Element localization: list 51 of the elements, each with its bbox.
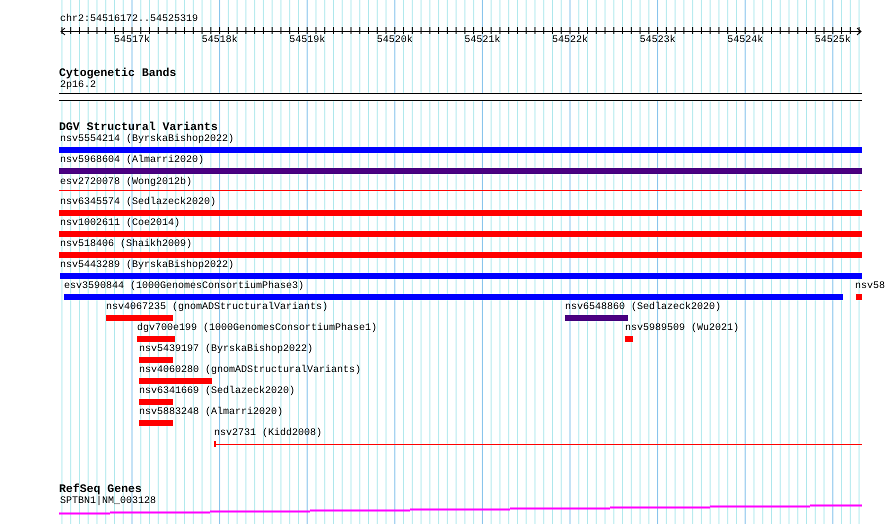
variant-bar[interactable]: [59, 168, 862, 174]
ruler-tick-label: 54520k: [376, 35, 413, 47]
ruler-tick-label: 54521k: [464, 35, 500, 47]
variant-label[interactable]: nsv4067235 (gnomADStructuralVariants): [106, 302, 328, 314]
variant-label[interactable]: nsv6548860 (Sedlazeck2020): [565, 302, 722, 314]
variant-bar[interactable]: [106, 315, 173, 321]
ruler-tick-label: 54523k: [640, 35, 676, 47]
variant-label[interactable]: dgv700e199 (1000GenomesConsortiumPhase1): [137, 323, 378, 335]
variant-bar[interactable]: [139, 399, 173, 405]
ruler-tick-label: 54518k: [202, 35, 238, 47]
ruler-tick-label: 54519k: [289, 35, 326, 47]
variant-label[interactable]: nsv58: [855, 281, 886, 293]
ruler-tick-label: 54524k: [727, 35, 764, 47]
variant-label[interactable]: nsv6345574 (Sedlazeck2020): [60, 197, 216, 209]
variant-bar[interactable]: [139, 420, 173, 426]
variant-label[interactable]: nsv5554214 (ByrskaBishop2022): [60, 134, 234, 146]
variant-line[interactable]: [59, 190, 862, 191]
variant-label[interactable]: nsv518406 (Shaikh2009): [60, 239, 192, 251]
variant-bar[interactable]: [139, 378, 212, 384]
variant-label[interactable]: nsv6341669 (Sedlazeck2020): [139, 386, 296, 398]
band-label[interactable]: 2p16.2: [60, 80, 96, 92]
variant-bar[interactable]: [59, 210, 862, 216]
variant-label[interactable]: nsv4060280 (gnomADStructuralVariants): [139, 365, 362, 377]
variant-label[interactable]: nsv5883248 (Almarri2020): [139, 407, 284, 419]
variant-bar[interactable]: [139, 357, 173, 363]
variant-bar[interactable]: [59, 252, 862, 258]
variant-label[interactable]: nsv5989509 (Wu2021): [625, 323, 740, 335]
location-label: chr2:54516172..54525319: [60, 14, 198, 26]
variant-label[interactable]: esv3590844 (1000GenomesConsortiumPhase3): [64, 281, 304, 293]
variant-bar[interactable]: [625, 336, 633, 342]
variant-bar[interactable]: [565, 315, 628, 321]
track-title: RefSeq Genes: [59, 483, 142, 496]
variant-label[interactable]: esv2720078 (Wong2012b): [60, 177, 192, 189]
ruler-tick-label: 54517k: [114, 35, 150, 47]
variant-label[interactable]: nsv5439197 (ByrskaBishop2022): [139, 344, 314, 356]
variant-bar[interactable]: [60, 273, 862, 279]
variant-label[interactable]: nsv5443289 (ByrskaBishop2022): [60, 260, 234, 272]
variant-bar[interactable]: [59, 231, 862, 237]
variant-bar[interactable]: [59, 147, 862, 153]
ruler-tick-label: 54525k: [814, 35, 851, 47]
variant-bar[interactable]: [64, 294, 843, 300]
gene-model-line[interactable]: [58, 504, 863, 514]
variant-bar[interactable]: [856, 294, 862, 300]
track-title: Cytogenetic Bands: [59, 67, 176, 80]
gene-label[interactable]: SPTBN1|NM_003128: [60, 496, 156, 508]
track-title: DGV Structural Variants: [59, 121, 218, 134]
variant-label[interactable]: nsv2731 (Kidd2008): [214, 428, 322, 440]
variant-label[interactable]: nsv1002611 (Coe2014): [60, 218, 180, 230]
ruler-tick-label: 54522k: [552, 35, 588, 47]
variant-label[interactable]: nsv5968604 (Almarri2020): [60, 155, 204, 167]
variant-bar[interactable]: [137, 336, 175, 342]
